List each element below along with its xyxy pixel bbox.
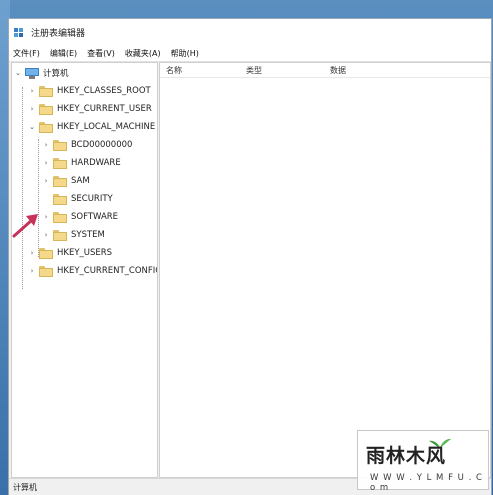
tree-node-label: HARDWARE [71,158,121,168]
site-watermark: 雨林木风 W W W . Y L M F U . C o m [357,430,489,493]
folder-icon [39,103,53,115]
expand-icon[interactable]: › [42,213,50,221]
editor-content: ⌄ 计算机 › HKEY_CLASSES_ROOT › HKEY_CURRENT… [9,62,491,478]
tree-node-label: HKEY_CLASSES_ROOT [57,86,151,96]
no-expander [42,195,50,203]
tree-node-bcd[interactable]: › BCD00000000 [42,137,132,153]
watermark-url: W W W . Y L M F U . C o m [370,473,483,493]
tree-node-hkcc[interactable]: › HKEY_CURRENT_CONFIG [28,263,158,279]
collapse-icon[interactable]: ⌄ [28,123,36,131]
tree-node-label: HKEY_USERS [57,248,113,258]
collapse-icon[interactable]: ⌄ [14,69,22,77]
tree-node-computer[interactable]: ⌄ 计算机 [14,65,69,81]
expand-icon[interactable]: › [28,267,36,275]
menu-edit[interactable]: 编辑(E) [45,48,82,59]
tree-node-hklm[interactable]: ⌄ HKEY_LOCAL_MACHINE [28,119,155,135]
folder-icon [53,211,67,223]
expand-icon[interactable]: › [42,141,50,149]
folder-icon [53,229,67,241]
tree-node-sam[interactable]: › SAM [42,173,90,189]
menu-help[interactable]: 帮助(H) [166,48,204,59]
tree-node-label: HKEY_CURRENT_CONFIG [57,266,158,276]
registry-tree-pane[interactable]: ⌄ 计算机 › HKEY_CLASSES_ROOT › HKEY_CURRENT… [11,62,158,478]
tree-node-hardware[interactable]: › HARDWARE [42,155,121,171]
watermark-title: 雨林木风 [366,445,447,467]
column-header-type[interactable]: 类型 [246,65,262,76]
list-header: 名称 类型 数据 [160,63,490,78]
tree-node-label: SOFTWARE [71,212,119,222]
expand-icon[interactable]: › [28,105,36,113]
folder-icon [53,139,67,151]
folder-icon [39,265,53,277]
expand-icon[interactable]: › [42,177,50,185]
folder-icon [39,247,53,259]
tree-node-label: HKEY_LOCAL_MACHINE [57,122,156,132]
tree-guide-line [38,139,39,257]
folder-icon [53,157,67,169]
computer-icon [25,67,39,79]
tree-node-label: SAM [71,176,90,186]
tree-node-software[interactable]: › SOFTWARE [42,209,118,225]
tree-node-label: SECURITY [71,194,113,204]
column-header-name[interactable]: 名称 [166,65,182,76]
regedit-icon [13,26,25,38]
folder-icon [53,193,67,205]
tree-node-security[interactable]: SECURITY [42,191,113,207]
folder-open-icon [39,121,53,133]
expand-icon[interactable]: › [28,249,36,257]
values-list-pane[interactable]: 名称 类型 数据 [159,62,491,478]
folder-icon [53,175,67,187]
expand-icon[interactable]: › [28,87,36,95]
tree-node-hkcr[interactable]: › HKEY_CLASSES_ROOT [28,83,151,99]
tree-node-hkcu[interactable]: › HKEY_CURRENT_USER [28,101,152,117]
tree-node-hku[interactable]: › HKEY_USERS [28,245,112,261]
menu-bar: 文件(F) 编辑(E) 查看(V) 收藏夹(A) 帮助(H) [9,45,491,62]
window-title: 注册表编辑器 [31,28,86,39]
tree-node-label: SYSTEM [71,230,105,240]
status-path: 计算机 [13,482,37,492]
title-bar[interactable]: 注册表编辑器 [9,19,491,45]
tree-node-label: 计算机 [43,69,69,79]
expand-icon[interactable]: › [42,159,50,167]
folder-icon [39,85,53,97]
expand-icon[interactable]: › [42,231,50,239]
menu-view[interactable]: 查看(V) [82,48,120,59]
registry-editor-window: 注册表编辑器 文件(F) 编辑(E) 查看(V) 收藏夹(A) 帮助(H) ⌄ … [8,18,492,495]
pointer-arrow-icon [12,214,38,238]
tree-node-system[interactable]: › SYSTEM [42,227,105,243]
tree-node-label: BCD00000000 [71,140,133,150]
menu-favorites[interactable]: 收藏夹(A) [120,48,166,59]
tree-node-label: HKEY_CURRENT_USER [57,104,152,114]
column-header-data[interactable]: 数据 [330,65,346,76]
menu-file[interactable]: 文件(F) [9,48,45,59]
tree-guide-line [22,87,23,289]
